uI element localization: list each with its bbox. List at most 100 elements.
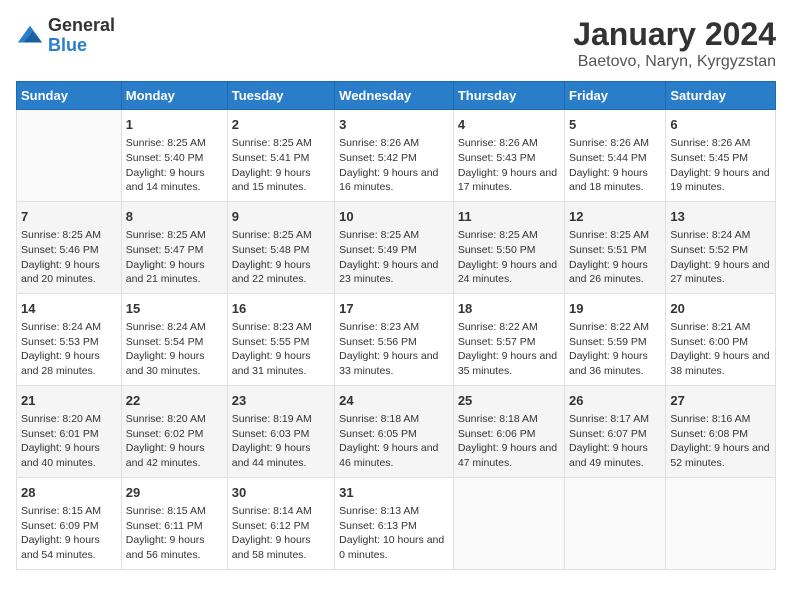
- header-thursday: Thursday: [453, 82, 564, 110]
- calendar-cell: 13 Sunrise: 8:24 AMSunset: 5:52 PMDayligh…: [666, 201, 776, 293]
- day-number: 30: [232, 484, 330, 502]
- day-number: 15: [126, 300, 223, 318]
- day-info: Sunrise: 8:24 AMSunset: 5:54 PMDaylight:…: [126, 320, 223, 379]
- day-number: 19: [569, 300, 661, 318]
- header-saturday: Saturday: [666, 82, 776, 110]
- day-info: Sunrise: 8:24 AMSunset: 5:53 PMDaylight:…: [21, 320, 117, 379]
- day-number: 29: [126, 484, 223, 502]
- day-number: 20: [670, 300, 771, 318]
- logo-blue-text: Blue: [48, 35, 87, 55]
- day-number: 6: [670, 116, 771, 134]
- calendar-cell: 8Sunrise: 8:25 AMSunset: 5:47 PMDaylight…: [121, 201, 227, 293]
- header-friday: Friday: [565, 82, 666, 110]
- day-number: 16: [232, 300, 330, 318]
- day-info: Sunrise: 8:25 AMSunset: 5:46 PMDaylight:…: [21, 228, 117, 287]
- calendar-cell: 7 Sunrise: 8:25 AMSunset: 5:46 PMDaylight…: [17, 201, 122, 293]
- day-info: Sunrise: 8:25 AMSunset: 5:47 PMDaylight:…: [126, 228, 223, 287]
- day-number: 23: [232, 392, 330, 410]
- day-number: 4: [458, 116, 560, 134]
- day-info: Sunrise: 8:23 AMSunset: 5:55 PMDaylight:…: [232, 320, 330, 379]
- day-number: 31: [339, 484, 449, 502]
- day-number: 9: [232, 208, 330, 226]
- day-info: Sunrise: 8:25 AMSunset: 5:41 PMDaylight:…: [232, 136, 330, 195]
- day-info: Sunrise: 8:16 AMSunset: 6:08 PMDaylight:…: [670, 412, 771, 471]
- calendar-cell: [453, 477, 564, 569]
- day-info: Sunrise: 8:25 AMSunset: 5:50 PMDaylight:…: [458, 228, 560, 287]
- calendar-cell: 14 Sunrise: 8:24 AMSunset: 5:53 PMDayligh…: [17, 293, 122, 385]
- day-info: Sunrise: 8:25 AMSunset: 5:51 PMDaylight:…: [569, 228, 661, 287]
- main-title: January 2024: [573, 16, 776, 53]
- calendar-cell: [17, 110, 122, 202]
- calendar-cell: 20Sunrise: 8:21 AMSunset: 6:00 PMDayligh…: [666, 293, 776, 385]
- calendar-cell: 28 Sunrise: 8:15 AMSunset: 6:09 PMDayligh…: [17, 477, 122, 569]
- day-number: 17: [339, 300, 449, 318]
- calendar-cell: 1 Sunrise: 8:25 AMSunset: 5:40 PMDaylight…: [121, 110, 227, 202]
- calendar-header: Sunday Monday Tuesday Wednesday Thursday…: [17, 82, 776, 110]
- header-sunday: Sunday: [17, 82, 122, 110]
- calendar-table: Sunday Monday Tuesday Wednesday Thursday…: [16, 81, 776, 570]
- logo: General Blue: [16, 16, 115, 56]
- calendar-cell: 12 Sunrise: 8:25 AMSunset: 5:51 PMDayligh…: [565, 201, 666, 293]
- calendar-cell: 16 Sunrise: 8:23 AMSunset: 5:55 PMDayligh…: [227, 293, 334, 385]
- calendar-cell: [666, 477, 776, 569]
- day-info: Sunrise: 8:25 AMSunset: 5:48 PMDaylight:…: [232, 228, 330, 287]
- calendar-cell: 27 Sunrise: 8:16 AMSunset: 6:08 PMDayligh…: [666, 385, 776, 477]
- calendar-cell: 25 Sunrise: 8:18 AMSunset: 6:06 PMDayligh…: [453, 385, 564, 477]
- day-info: Sunrise: 8:24 AMSunset: 5:52 PMDaylight:…: [670, 228, 771, 287]
- calendar-cell: 31 Sunrise: 8:13 AMSunset: 6:13 PMDayligh…: [335, 477, 454, 569]
- day-info: Sunrise: 8:20 AMSunset: 6:02 PMDaylight:…: [126, 412, 223, 471]
- day-number: 5: [569, 116, 661, 134]
- day-info: Sunrise: 8:22 AMSunset: 5:59 PMDaylight:…: [569, 320, 661, 379]
- calendar-cell: 5 Sunrise: 8:26 AMSunset: 5:44 PMDaylight…: [565, 110, 666, 202]
- day-number: 18: [458, 300, 560, 318]
- day-info: Sunrise: 8:22 AMSunset: 5:57 PMDaylight:…: [458, 320, 560, 379]
- calendar-cell: 19 Sunrise: 8:22 AMSunset: 5:59 PMDayligh…: [565, 293, 666, 385]
- day-info: Sunrise: 8:13 AMSunset: 6:13 PMDaylight:…: [339, 504, 449, 563]
- day-info: Sunrise: 8:19 AMSunset: 6:03 PMDaylight:…: [232, 412, 330, 471]
- day-info: Sunrise: 8:18 AMSunset: 6:05 PMDaylight:…: [339, 412, 449, 471]
- day-number: 3: [339, 116, 449, 134]
- calendar-cell: 29 Sunrise: 8:15 AMSunset: 6:11 PMDayligh…: [121, 477, 227, 569]
- day-info: Sunrise: 8:26 AMSunset: 5:44 PMDaylight:…: [569, 136, 661, 195]
- day-number: 12: [569, 208, 661, 226]
- day-info: Sunrise: 8:15 AMSunset: 6:11 PMDaylight:…: [126, 504, 223, 563]
- calendar-cell: 15 Sunrise: 8:24 AMSunset: 5:54 PMDayligh…: [121, 293, 227, 385]
- calendar-cell: 6 Sunrise: 8:26 AMSunset: 5:45 PMDaylight…: [666, 110, 776, 202]
- day-number: 10: [339, 208, 449, 226]
- day-number: 13: [670, 208, 771, 226]
- calendar-cell: 10Sunrise: 8:25 AMSunset: 5:49 PMDayligh…: [335, 201, 454, 293]
- calendar-body: 1 Sunrise: 8:25 AMSunset: 5:40 PMDaylight…: [17, 110, 776, 570]
- day-number: 1: [126, 116, 223, 134]
- calendar-cell: 3 Sunrise: 8:26 AMSunset: 5:42 PMDaylight…: [335, 110, 454, 202]
- day-info: Sunrise: 8:26 AMSunset: 5:42 PMDaylight:…: [339, 136, 449, 195]
- day-number: 14: [21, 300, 117, 318]
- calendar-cell: [565, 477, 666, 569]
- day-number: 28: [21, 484, 117, 502]
- day-info: Sunrise: 8:23 AMSunset: 5:56 PMDaylight:…: [339, 320, 449, 379]
- calendar-cell: 30 Sunrise: 8:14 AMSunset: 6:12 PMDayligh…: [227, 477, 334, 569]
- calendar-cell: 22 Sunrise: 8:20 AMSunset: 6:02 PMDayligh…: [121, 385, 227, 477]
- day-info: Sunrise: 8:18 AMSunset: 6:06 PMDaylight:…: [458, 412, 560, 471]
- calendar-cell: 2Sunrise: 8:25 AMSunset: 5:41 PMDaylight…: [227, 110, 334, 202]
- logo-general-text: General: [48, 15, 115, 35]
- calendar-cell: 11Sunrise: 8:25 AMSunset: 5:50 PMDayligh…: [453, 201, 564, 293]
- calendar-cell: 17 Sunrise: 8:23 AMSunset: 5:56 PMDayligh…: [335, 293, 454, 385]
- day-number: 26: [569, 392, 661, 410]
- calendar-cell: 23 Sunrise: 8:19 AMSunset: 6:03 PMDayligh…: [227, 385, 334, 477]
- day-number: 7: [21, 208, 117, 226]
- calendar-cell: 18 Sunrise: 8:22 AMSunset: 5:57 PMDayligh…: [453, 293, 564, 385]
- location-subtitle: Baetovo, Naryn, Kyrgyzstan: [573, 53, 776, 71]
- day-number: 22: [126, 392, 223, 410]
- header-wednesday: Wednesday: [335, 82, 454, 110]
- calendar-cell: 21Sunrise: 8:20 AMSunset: 6:01 PMDayligh…: [17, 385, 122, 477]
- day-number: 25: [458, 392, 560, 410]
- page-header: General Blue January 2024 Baetovo, Naryn…: [16, 16, 776, 71]
- title-section: January 2024 Baetovo, Naryn, Kyrgyzstan: [573, 16, 776, 71]
- day-info: Sunrise: 8:15 AMSunset: 6:09 PMDaylight:…: [21, 504, 117, 563]
- day-info: Sunrise: 8:14 AMSunset: 6:12 PMDaylight:…: [232, 504, 330, 563]
- header-monday: Monday: [121, 82, 227, 110]
- day-info: Sunrise: 8:26 AMSunset: 5:45 PMDaylight:…: [670, 136, 771, 195]
- header-tuesday: Tuesday: [227, 82, 334, 110]
- day-info: Sunrise: 8:25 AMSunset: 5:40 PMDaylight:…: [126, 136, 223, 195]
- day-number: 27: [670, 392, 771, 410]
